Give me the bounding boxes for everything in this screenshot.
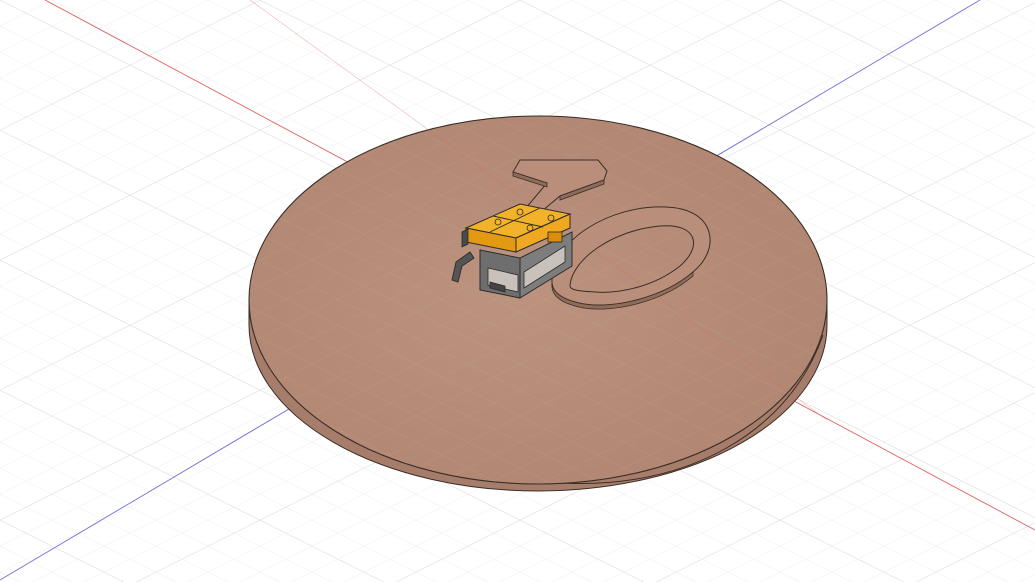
- cad-viewport[interactable]: 1 0: [0, 0, 1035, 582]
- scene-canvas[interactable]: 1 0: [0, 0, 1035, 582]
- component-latch: [547, 231, 563, 243]
